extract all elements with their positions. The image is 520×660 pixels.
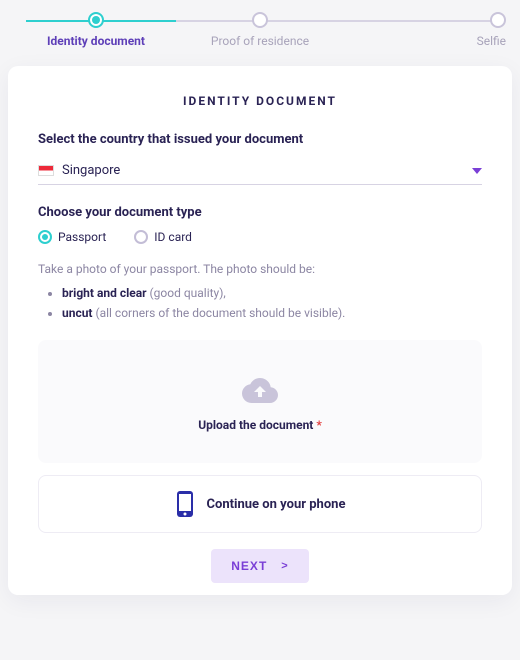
doc-type-section-label: Choose your document type	[38, 205, 482, 220]
country-select[interactable]: Singapore	[38, 157, 482, 185]
radio-icon	[134, 230, 148, 244]
next-button[interactable]: NEXT >	[211, 549, 308, 583]
doc-type-radio-group: Passport ID card	[38, 230, 482, 244]
step-selfie[interactable]: Selfie	[342, 12, 506, 48]
list-item: bright and clear (good quality),	[62, 286, 482, 300]
step-circle-icon	[252, 12, 268, 28]
step-identity-document[interactable]: Identity document	[14, 12, 178, 48]
instructions-list: bright and clear (good quality), uncut (…	[38, 286, 482, 320]
country-value: Singapore	[62, 163, 120, 178]
step-circle-icon	[490, 12, 506, 28]
chevron-right-icon: >	[281, 560, 288, 572]
card-title: IDENTITY DOCUMENT	[38, 94, 482, 108]
upload-label: Upload the document	[198, 418, 313, 432]
instructions-lead: Take a photo of your passport. The photo…	[38, 262, 482, 276]
continue-on-phone-label: Continue on your phone	[207, 497, 346, 512]
radio-label: ID card	[154, 230, 192, 244]
chevron-down-icon	[472, 168, 482, 174]
upload-document-area[interactable]: Upload the document *	[38, 340, 482, 463]
radio-id-card[interactable]: ID card	[134, 230, 192, 244]
step-label: Selfie	[477, 34, 506, 48]
step-label: Identity document	[47, 34, 145, 48]
next-row: NEXT >	[38, 549, 482, 589]
step-proof-of-residence[interactable]: Proof of residence	[178, 12, 342, 48]
radio-icon	[38, 230, 52, 244]
required-marker: *	[313, 418, 321, 432]
cloud-upload-icon	[242, 376, 278, 404]
next-label: NEXT	[231, 559, 267, 573]
stepper: Identity document Proof of residence Sel…	[8, 12, 512, 48]
continue-on-phone-button[interactable]: Continue on your phone	[38, 475, 482, 533]
radio-passport[interactable]: Passport	[38, 230, 106, 244]
step-label: Proof of residence	[211, 34, 309, 48]
flag-singapore-icon	[38, 165, 54, 176]
country-section-label: Select the country that issued your docu…	[38, 132, 482, 147]
smartphone-icon	[175, 490, 195, 518]
step-circle-icon	[88, 12, 104, 28]
radio-label: Passport	[58, 230, 106, 244]
list-item: uncut (all corners of the document shoul…	[62, 306, 482, 320]
identity-document-card: IDENTITY DOCUMENT Select the country tha…	[8, 66, 512, 595]
upload-label-row: Upload the document *	[48, 414, 472, 433]
